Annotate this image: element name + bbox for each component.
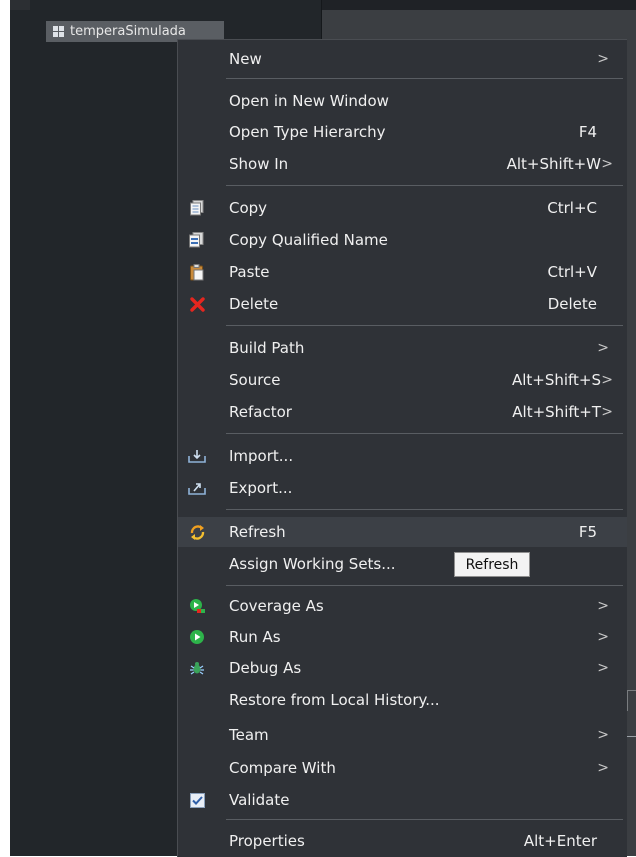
menu-item-shortcut: Alt+Shift+T xyxy=(512,403,601,421)
menu-item-properties[interactable]: Properties Alt+Enter xyxy=(178,826,627,856)
export-icon xyxy=(188,479,206,497)
menu-item-label: Export... xyxy=(229,479,293,497)
copy-qualified-name-icon xyxy=(188,231,206,249)
editor-edge-line xyxy=(626,736,636,737)
submenu-arrow-icon: > xyxy=(597,51,609,67)
menu-item-restore-from-local-history[interactable]: Restore from Local History... xyxy=(178,685,627,715)
menu-item-label: Debug As xyxy=(229,659,302,677)
menu-item-label: New xyxy=(229,50,262,68)
menu-item-label: Refactor xyxy=(229,403,292,421)
menu-item-shortcut: F5 xyxy=(578,523,597,541)
menu-separator xyxy=(226,78,623,79)
menu-item-copy[interactable]: Copy Ctrl+C xyxy=(178,193,627,223)
menu-item-label: Validate xyxy=(229,791,290,809)
menu-item-shortcut: Alt+Shift+S xyxy=(511,371,601,389)
menu-separator xyxy=(226,433,623,434)
menu-item-new[interactable]: New > xyxy=(178,44,627,74)
menu-item-shortcut: Alt+Shift+W xyxy=(506,155,601,173)
submenu-arrow-icon: > xyxy=(597,629,609,645)
menu-separator xyxy=(226,325,623,326)
menu-item-label: Show In xyxy=(229,155,289,173)
menu-item-label: Run As xyxy=(229,628,281,646)
submenu-arrow-icon: > xyxy=(597,660,609,676)
menu-item-run-as[interactable]: Run As > xyxy=(178,622,627,652)
submenu-arrow-icon: > xyxy=(597,340,609,356)
menu-item-label: Open in New Window xyxy=(229,92,389,110)
menu-item-label: Properties xyxy=(229,832,305,850)
menu-item-paste[interactable]: Paste Ctrl+V xyxy=(178,257,627,287)
menu-item-team[interactable]: Team > xyxy=(178,720,627,750)
menu-item-delete[interactable]: Delete Delete xyxy=(178,289,627,319)
coverage-icon xyxy=(188,597,206,615)
menu-item-assign-working-sets[interactable]: Assign Working Sets... xyxy=(178,549,627,579)
menu-item-validate[interactable]: Validate xyxy=(178,785,627,815)
menu-item-label: Source xyxy=(229,371,281,389)
submenu-arrow-icon: > xyxy=(601,404,613,420)
menu-item-debug-as[interactable]: Debug As > xyxy=(178,653,627,683)
menu-item-label: Team xyxy=(229,726,269,744)
menu-item-shortcut: Ctrl+V xyxy=(547,263,597,281)
menu-item-shortcut: Alt+Enter xyxy=(523,832,597,850)
menu-separator xyxy=(226,819,623,820)
menu-item-label: Refresh xyxy=(229,523,286,541)
menu-separator xyxy=(226,585,623,586)
debug-bug-icon xyxy=(188,659,206,677)
menu-item-label: Import... xyxy=(229,447,294,465)
submenu-arrow-icon: > xyxy=(601,372,613,388)
menu-item-label: Assign Working Sets... xyxy=(229,555,396,573)
package-icon xyxy=(53,26,64,37)
menu-item-label: Copy xyxy=(229,199,268,217)
menu-item-refresh[interactable]: Refresh F5 xyxy=(178,517,627,547)
menu-item-copy-qualified-name[interactable]: Copy Qualified Name xyxy=(178,225,627,255)
menu-item-open-in-new-window[interactable]: Open in New Window xyxy=(178,86,627,116)
menu-item-label: Open Type Hierarchy xyxy=(229,123,386,141)
submenu-arrow-icon: > xyxy=(597,727,609,743)
editor-edge-mark xyxy=(627,690,636,711)
refresh-tooltip: Refresh xyxy=(454,552,530,577)
menu-separator xyxy=(226,185,623,186)
submenu-arrow-icon: > xyxy=(597,760,609,776)
copy-icon xyxy=(188,199,206,217)
menu-item-refactor[interactable]: Refactor Alt+Shift+T > xyxy=(178,397,627,427)
context-menu: New > Open in New Window Open Type Hiera… xyxy=(177,39,627,857)
menu-item-label: Paste xyxy=(229,263,270,281)
menu-item-shortcut: Ctrl+C xyxy=(547,199,597,217)
menu-item-open-type-hierarchy[interactable]: Open Type Hierarchy F4 xyxy=(178,117,627,147)
paste-icon xyxy=(188,263,206,281)
menu-item-source[interactable]: Source Alt+Shift+S > xyxy=(178,365,627,395)
validate-check-icon xyxy=(188,791,206,809)
menu-item-show-in[interactable]: Show In Alt+Shift+W > xyxy=(178,149,627,179)
menu-item-compare-with[interactable]: Compare With > xyxy=(178,753,627,783)
menu-item-shortcut: F4 xyxy=(578,123,597,141)
menu-item-import[interactable]: Import... xyxy=(178,441,627,471)
submenu-arrow-icon: > xyxy=(601,156,613,172)
menu-item-label: Copy Qualified Name xyxy=(229,231,388,249)
run-icon xyxy=(188,628,206,646)
menu-item-label: Coverage As xyxy=(229,597,324,615)
menu-item-build-path[interactable]: Build Path > xyxy=(178,333,627,363)
tree-item-label: temperaSimulada xyxy=(70,24,186,39)
submenu-arrow-icon: > xyxy=(597,598,609,614)
menu-item-shortcut: Delete xyxy=(547,295,597,313)
menu-item-label: Restore from Local History... xyxy=(229,691,440,709)
menu-item-export[interactable]: Export... xyxy=(178,473,627,503)
delete-icon xyxy=(188,295,206,313)
menu-item-label: Build Path xyxy=(229,339,305,357)
menu-separator xyxy=(226,509,623,510)
menu-item-label: Compare With xyxy=(229,759,336,777)
menu-item-label: Delete xyxy=(229,295,279,313)
refresh-icon xyxy=(188,523,206,541)
menu-item-coverage-as[interactable]: Coverage As > xyxy=(178,591,627,621)
import-icon xyxy=(188,447,206,465)
panel-corner xyxy=(10,0,30,10)
